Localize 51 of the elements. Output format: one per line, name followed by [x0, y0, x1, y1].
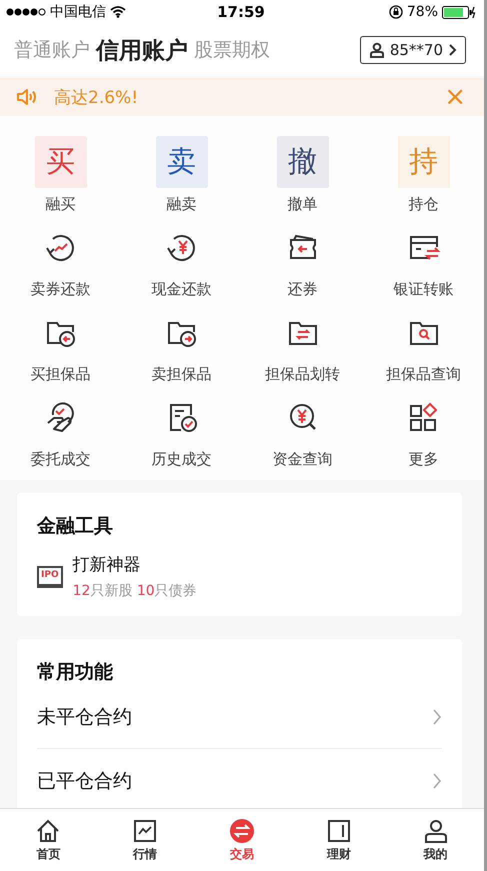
banner-text: 高达2.6%! — [54, 86, 138, 108]
account-button[interactable]: 85**70 — [360, 36, 466, 64]
exchange-icon — [228, 818, 255, 844]
account-tab[interactable]: 信用账户 — [96, 34, 188, 66]
function-tile[interactable]: 买 — [34, 136, 86, 188]
signal-icon — [6, 8, 46, 16]
chevron-right-icon — [432, 772, 442, 790]
section-title: 常用功能 — [37, 660, 114, 685]
status-time: 17:59 — [217, 3, 265, 21]
function-label[interactable]: 现金还款 — [152, 280, 212, 298]
function-label[interactable]: 买担保品 — [30, 365, 90, 383]
wifi-icon — [110, 6, 126, 18]
section-title: 金融工具 — [37, 514, 114, 539]
function-label[interactable]: 融买 — [46, 195, 76, 213]
rotation-lock-icon — [388, 5, 403, 19]
home-icon — [35, 818, 62, 844]
function-label[interactable]: 更多 — [408, 450, 438, 468]
function-label[interactable]: 撤单 — [288, 195, 318, 213]
list-item[interactable]: 已平仓合约 — [37, 768, 132, 794]
tab-bar-item[interactable]: 行情 — [96, 809, 194, 871]
tool-subtitle: 12只新股 10只债券 — [72, 582, 197, 600]
user-icon — [368, 42, 385, 58]
tab-bar-item[interactable]: 理财 — [290, 809, 388, 871]
function-tile[interactable]: 撤 — [276, 136, 328, 188]
function-label[interactable]: 卖担保品 — [152, 365, 212, 383]
function-label[interactable]: 历史成交 — [152, 450, 212, 468]
person-icon — [422, 818, 449, 844]
chart-icon — [132, 818, 158, 844]
tool-title[interactable]: 打新神器 — [72, 553, 197, 576]
chevron-right-icon — [448, 43, 457, 57]
speaker-icon — [16, 88, 38, 106]
function-label[interactable]: 融卖 — [166, 195, 196, 213]
function-label[interactable]: 担保品查询 — [386, 365, 461, 383]
panel-icon — [326, 818, 352, 844]
function-label[interactable]: 担保品划转 — [265, 365, 340, 383]
function-tile[interactable]: 卖 — [156, 136, 208, 188]
function-label[interactable]: 还券 — [288, 280, 318, 298]
tab-bar-item[interactable]: 我的 — [387, 809, 484, 871]
tab-bar-item[interactable]: 交易 — [194, 809, 290, 871]
function-label[interactable]: 卖券还款 — [30, 280, 90, 298]
battery-icon — [442, 6, 476, 18]
chevron-right-icon — [432, 708, 442, 726]
tab-bar-item[interactable]: 首页 — [0, 809, 97, 871]
function-label[interactable]: 委托成交 — [30, 450, 90, 468]
carrier-name: 中国电信 — [50, 3, 106, 21]
battery-percent: 78% — [406, 4, 438, 20]
function-label[interactable]: 银证转账 — [394, 280, 454, 298]
function-label[interactable]: 持仓 — [408, 195, 438, 213]
ipo-badge: IPO — [37, 566, 63, 588]
function-label[interactable]: 资金查询 — [272, 450, 332, 468]
list-item[interactable]: 未平仓合约 — [37, 704, 132, 730]
